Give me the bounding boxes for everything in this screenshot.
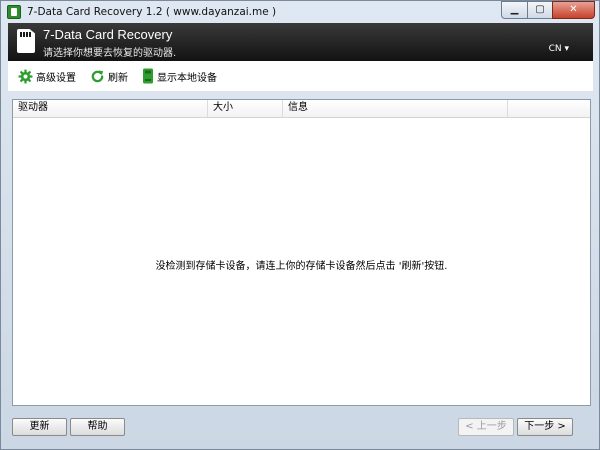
column-header-info[interactable]: 信息: [283, 100, 508, 117]
toolbar: 高级设置 刷新 显示本地设备: [8, 61, 593, 91]
header-banner: 7-Data Card Recovery 请选择你想要去恢复的驱动器. CN ▾: [8, 23, 593, 61]
empty-list-message: 没检测到存储卡设备，请连上你的存储卡设备然后点击 '刷新'按钮.: [155, 261, 448, 272]
language-selector[interactable]: CN ▾: [549, 44, 569, 54]
drive-list-header: 驱动器 大小 信息: [13, 100, 590, 118]
drive-list[interactable]: 驱动器 大小 信息 没检测到存储卡设备，请连上你的存储卡设备然后点击 '刷新'按…: [12, 99, 591, 406]
column-header-drive[interactable]: 驱动器: [13, 100, 208, 117]
sd-card-icon: [17, 29, 35, 53]
window-title: 7-Data Card Recovery 1.2 ( www.dayanzai.…: [27, 6, 277, 18]
app-icon: [7, 5, 21, 19]
device-icon: [143, 68, 153, 84]
minimize-button[interactable]: ▁: [501, 1, 527, 19]
refresh-button[interactable]: 刷新: [90, 69, 128, 84]
advanced-settings-label: 高级设置: [36, 72, 76, 84]
refresh-icon: [91, 70, 104, 82]
advanced-settings-button[interactable]: 高级设置: [18, 68, 76, 84]
column-header-size[interactable]: 大小: [208, 100, 283, 117]
maximize-button[interactable]: ▢: [527, 1, 552, 19]
update-button[interactable]: 更新: [12, 418, 67, 436]
app-window: 7-Data Card Recovery 1.2 ( www.dayanzai.…: [0, 0, 600, 450]
header-title: 7-Data Card Recovery: [43, 27, 173, 42]
title-bar[interactable]: 7-Data Card Recovery 1.2 ( www.dayanzai.…: [1, 1, 599, 23]
header-subtitle: 请选择你想要去恢复的驱动器.: [43, 48, 177, 59]
column-header-filler: [508, 100, 590, 117]
help-button[interactable]: 帮助: [70, 418, 125, 436]
refresh-label: 刷新: [108, 72, 128, 84]
window-controls: ▁ ▢ ✕: [501, 1, 595, 19]
next-button[interactable]: 下一步 >: [517, 418, 573, 436]
show-local-devices-button[interactable]: 显示本地设备: [142, 68, 217, 84]
gear-icon: [18, 68, 33, 84]
previous-button[interactable]: < 上一步: [458, 418, 514, 436]
close-button[interactable]: ✕: [552, 1, 595, 19]
show-local-devices-label: 显示本地设备: [157, 72, 217, 84]
